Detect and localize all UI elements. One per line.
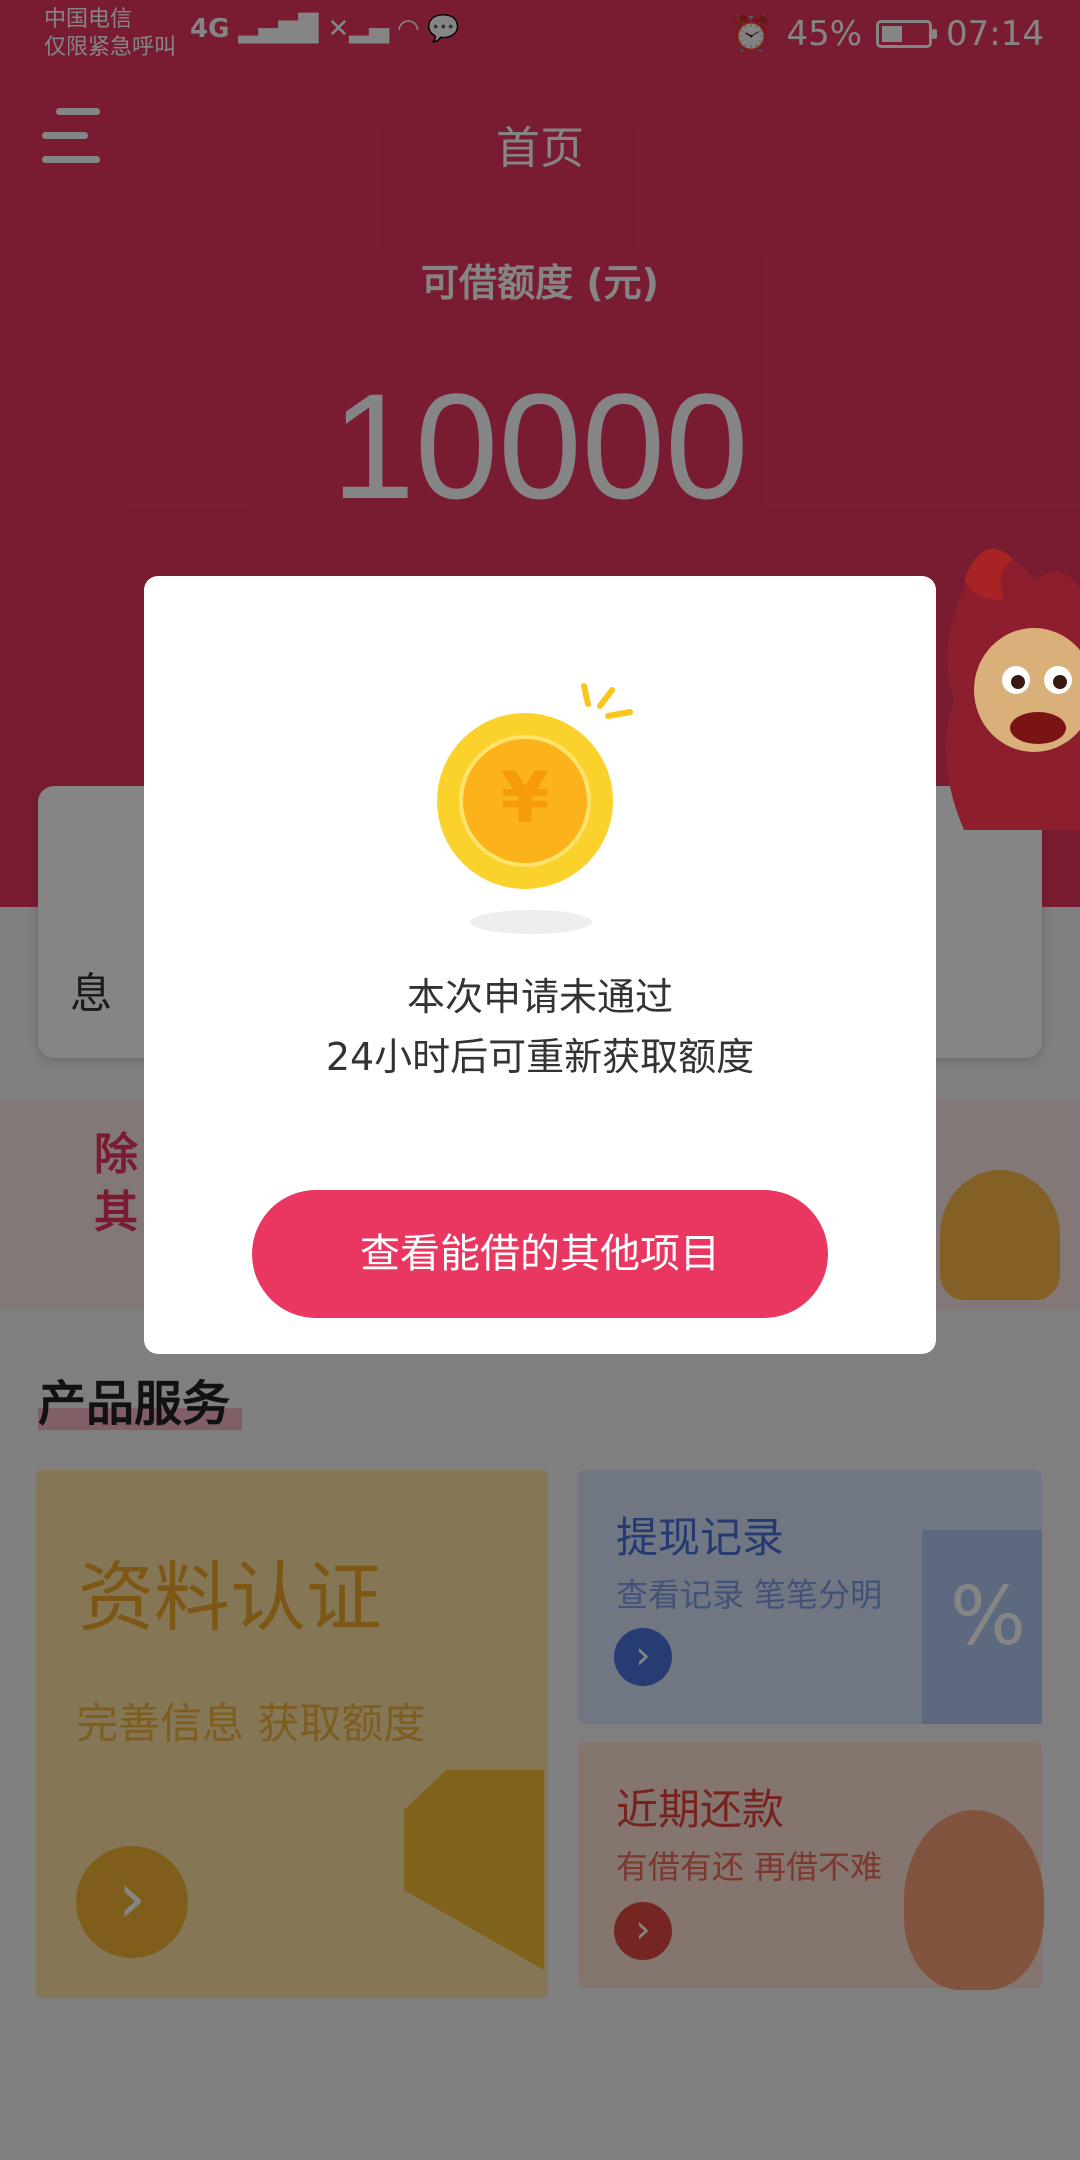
dialog-message-line-1: 本次申请未通过 [406,975,673,1019]
view-other-projects-button[interactable]: 查看能借的其他项目 [252,1190,828,1318]
dialog-message-line-2: 24小时后可重新获取额度 [325,1035,755,1079]
coin-symbol: ¥ [501,757,550,839]
coin-shadow [470,910,592,934]
dragon-mascot-icon [946,548,1080,830]
coin-icon: ¥ [437,713,613,889]
